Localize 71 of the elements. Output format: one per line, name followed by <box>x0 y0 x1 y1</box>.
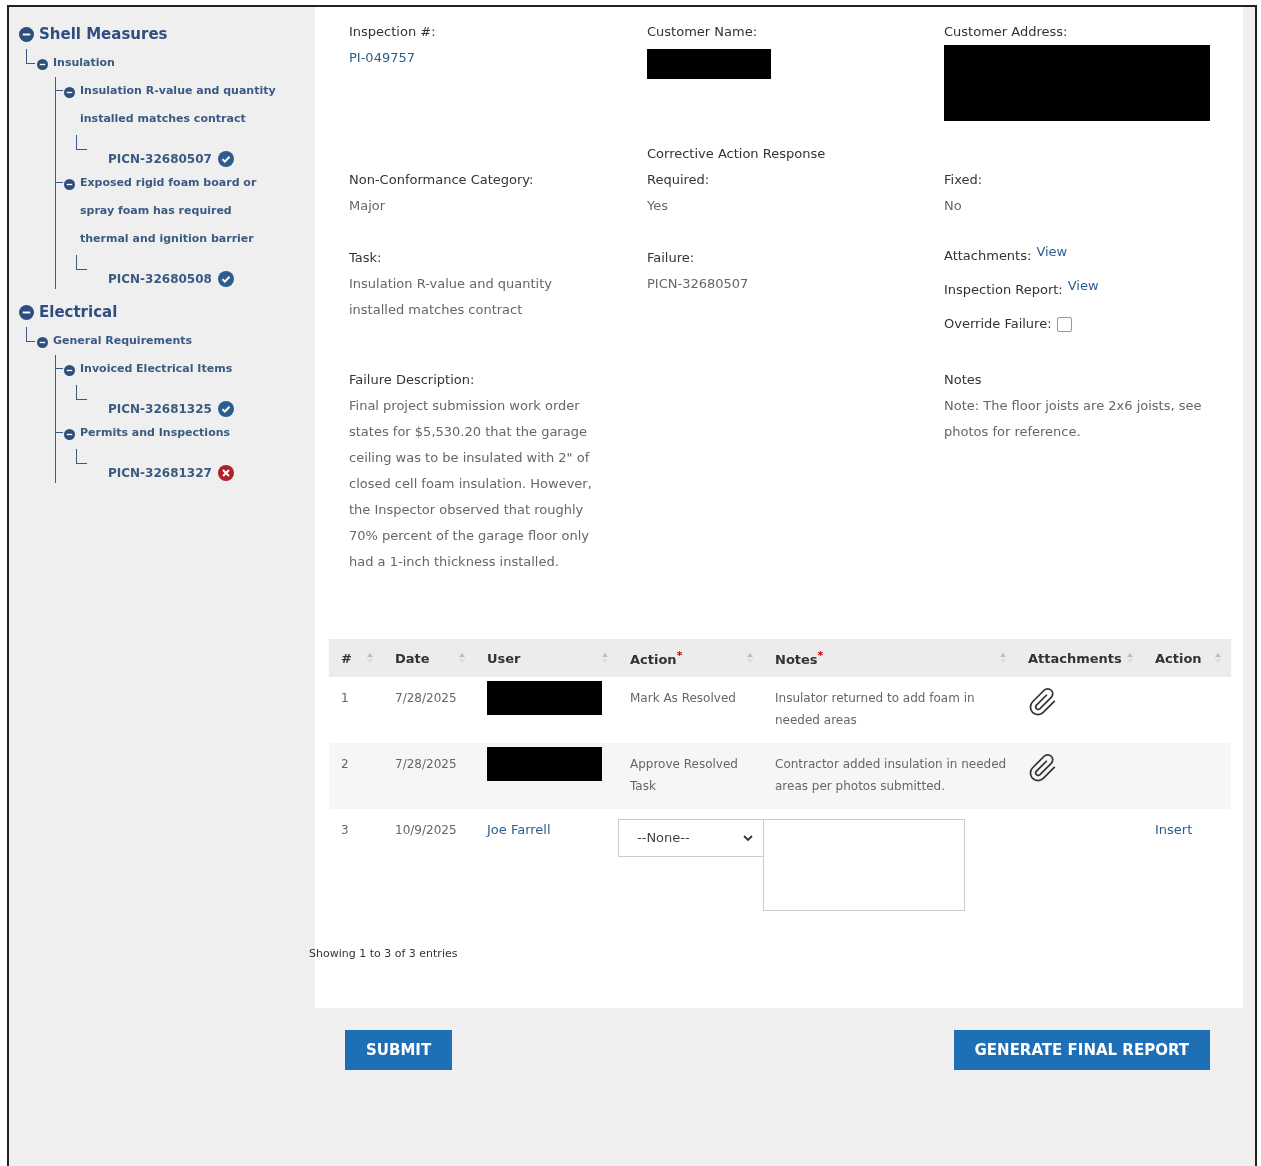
tree-item[interactable]: Exposed rigid foam board or spray foam has required thermal and ignition barrier <box>80 169 280 253</box>
field-label: Inspection Report: <box>944 281 1063 299</box>
paperclip-icon[interactable] <box>1028 687 1058 717</box>
tree-item[interactable]: Invoiced Electrical Items <box>80 355 280 383</box>
field-label: Task: <box>349 249 383 267</box>
collapse-icon[interactable] <box>64 179 75 190</box>
field-value: Final project submission work order states for $5,530.20 that the garage ceiling was to be insulated with 2" of closed cell foam insulation. However, the Inspector observed that roughly 70% percent of the garage floor only had a 1-inch thickness installed. <box>349 397 593 571</box>
column-header[interactable]: User <box>475 639 618 677</box>
column-header[interactable]: Action <box>1143 639 1231 677</box>
action-button[interactable]: SUBMIT <box>345 1030 453 1070</box>
collapse-icon[interactable] <box>19 26 34 42</box>
collapse-icon[interactable] <box>37 337 48 348</box>
column-header[interactable]: Notes$^{*}$ <box>763 639 1016 677</box>
field-value: Major <box>349 197 387 215</box>
field-label: Failure: <box>647 249 696 267</box>
field-label: Non-Conformance Category: <box>349 171 535 189</box>
table-cell-text: 3 <box>340 822 350 839</box>
field-label: Notes <box>944 371 983 389</box>
table-cell-text: Approve Resolved Task <box>629 756 739 795</box>
field-label: Customer Address: <box>944 23 1069 41</box>
field-label: Override Failure: <box>944 315 1052 333</box>
action-select[interactable]: --None-- <box>618 819 764 857</box>
table-cell-text: 7/28/2025 <box>394 756 458 773</box>
tree-item-code[interactable]: PICN-32680508 <box>108 272 212 286</box>
field-label: Fixed: <box>944 171 984 189</box>
column-header[interactable]: # <box>329 639 383 677</box>
field-value: PICN-32680507 <box>647 275 750 293</box>
table-cell-text: Insulator returned to add foam in needed areas <box>774 690 976 729</box>
collapse-icon[interactable] <box>19 304 34 320</box>
checkbox[interactable] <box>1056 316 1072 332</box>
entries-info: Showing 1 to 3 of 3 entries <box>309 947 459 960</box>
inspection-link[interactable]: PI-049757 <box>349 45 415 71</box>
tree-section-title[interactable]: Electrical <box>39 297 118 327</box>
field-value: Yes <box>647 197 669 215</box>
view-link[interactable]: View <box>1067 273 1099 299</box>
notes-input-field[interactable] <box>763 819 965 911</box>
chevron-down-icon <box>743 834 753 842</box>
collapse-icon[interactable] <box>37 59 48 70</box>
paperclip-icon[interactable] <box>1028 753 1058 783</box>
collapse-icon[interactable] <box>64 365 75 376</box>
tree-item[interactable]: Insulation <box>53 49 253 77</box>
tree-item-code[interactable]: PICN-32681327 <box>108 466 212 480</box>
field-value: Note: The floor joists are 2x6 joists, see photos for reference. <box>944 397 1203 441</box>
field-label: Customer Name: <box>647 23 758 41</box>
column-header[interactable]: Attachments <box>1016 639 1143 677</box>
table-cell-text: Contractor added insulation in needed areas per photos submitted. <box>774 756 1008 795</box>
table-cell-text: 2 <box>340 756 350 773</box>
tree-item[interactable]: Permits and Inspections <box>80 419 280 447</box>
field-label: Corrective Action Response Required: <box>647 145 827 189</box>
action-button[interactable]: GENERATE FINAL REPORT <box>953 1030 1210 1070</box>
collapse-icon[interactable] <box>64 87 75 98</box>
collapse-icon[interactable] <box>64 429 75 440</box>
tree-item[interactable]: Insulation R-value and quantity installed matches contract <box>80 77 280 133</box>
table-cell-text: 1 <box>340 690 350 707</box>
tree-item-code[interactable]: PICN-32680507 <box>108 152 212 166</box>
view-link[interactable]: View <box>1036 239 1068 265</box>
field-label: Inspection #: <box>349 23 437 41</box>
field-label: Attachments: <box>944 247 1032 265</box>
column-header[interactable]: Action$^{*}$ <box>618 639 763 677</box>
tree-item-code[interactable]: PICN-32681325 <box>108 402 212 416</box>
table-cell-text: Mark As Resolved <box>629 690 737 707</box>
table-cell-text: 7/28/2025 <box>394 690 458 707</box>
tree-section-title[interactable]: Shell Measures <box>39 19 168 49</box>
field-value: Insulation R-value and quantity installed matches contract <box>349 275 553 319</box>
table-cell-text: 10/9/2025 <box>394 822 458 839</box>
column-header[interactable]: Date <box>383 639 475 677</box>
user-link[interactable]: Joe Farrell <box>487 822 551 837</box>
tree-item[interactable]: General Requirements <box>53 327 253 355</box>
insert-link[interactable]: Insert <box>1155 822 1193 837</box>
field-value: No <box>944 197 963 215</box>
field-label: Failure Description: <box>349 371 476 389</box>
